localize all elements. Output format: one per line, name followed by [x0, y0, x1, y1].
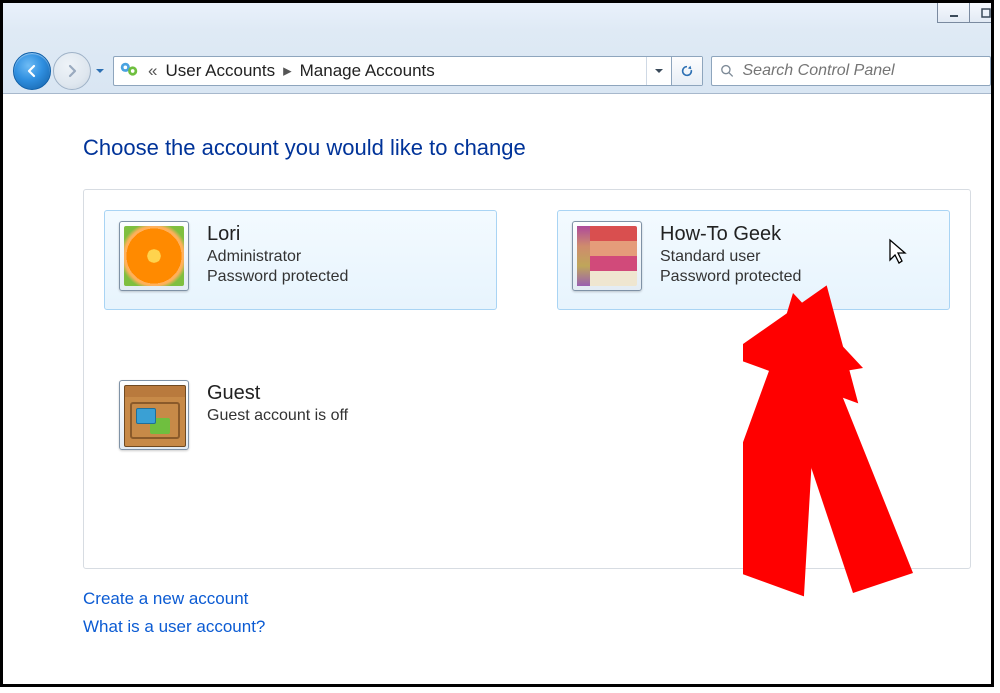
page-title: Choose the account you would like to cha…	[83, 135, 971, 161]
what-is-account-link[interactable]: What is a user account?	[83, 617, 971, 637]
account-role: Standard user	[660, 248, 801, 266]
search-icon	[720, 63, 735, 79]
account-tile-lori[interactable]: Lori Administrator Password protected	[104, 210, 497, 310]
address-dropdown[interactable]	[646, 57, 671, 85]
avatar-frame	[572, 221, 642, 291]
avatar-flower-icon	[124, 226, 184, 286]
refresh-button[interactable]	[671, 57, 702, 85]
minimize-button[interactable]	[937, 3, 969, 23]
account-tile-guest[interactable]: Guest Guest account is off	[104, 369, 497, 469]
avatar-quilt-icon	[577, 226, 637, 286]
avatar-frame	[119, 380, 189, 450]
search-box[interactable]	[711, 56, 991, 86]
nav-buttons	[13, 52, 111, 90]
avatar-suitcase-icon	[124, 385, 186, 447]
accounts-panel: Lori Administrator Password protected Ho…	[83, 189, 971, 569]
account-name: Guest	[207, 382, 348, 405]
create-account-link[interactable]: Create a new account	[83, 589, 971, 609]
recent-pages-dropdown[interactable]	[93, 56, 107, 86]
footer-links: Create a new account What is a user acco…	[83, 589, 971, 637]
account-name: How-To Geek	[660, 223, 801, 246]
search-input[interactable]	[741, 61, 983, 81]
account-status: Password protected	[207, 268, 348, 286]
content-area: Choose the account you would like to cha…	[3, 95, 991, 684]
forward-button[interactable]	[53, 52, 91, 90]
user-accounts-icon	[118, 60, 140, 82]
window-chrome: « User Accounts ▸ Manage Accounts	[3, 3, 991, 94]
back-button[interactable]	[13, 52, 51, 90]
account-tile-howtogeek[interactable]: How-To Geek Standard user Password prote…	[557, 210, 950, 310]
avatar-frame	[119, 221, 189, 291]
breadcrumb-root[interactable]: User Accounts	[159, 61, 281, 81]
breadcrumb-current[interactable]: Manage Accounts	[294, 61, 441, 81]
account-name: Lori	[207, 223, 348, 246]
maximize-button[interactable]	[969, 3, 994, 23]
account-role: Administrator	[207, 248, 348, 266]
breadcrumb-chevron-icon: ▸	[281, 61, 294, 81]
nav-row: « User Accounts ▸ Manage Accounts	[13, 53, 991, 89]
breadcrumb-chevron-icon: «	[146, 61, 159, 81]
account-role: Guest account is off	[207, 407, 348, 425]
account-status: Password protected	[660, 268, 801, 286]
window-controls	[937, 3, 994, 23]
address-bar[interactable]: « User Accounts ▸ Manage Accounts	[113, 56, 703, 86]
